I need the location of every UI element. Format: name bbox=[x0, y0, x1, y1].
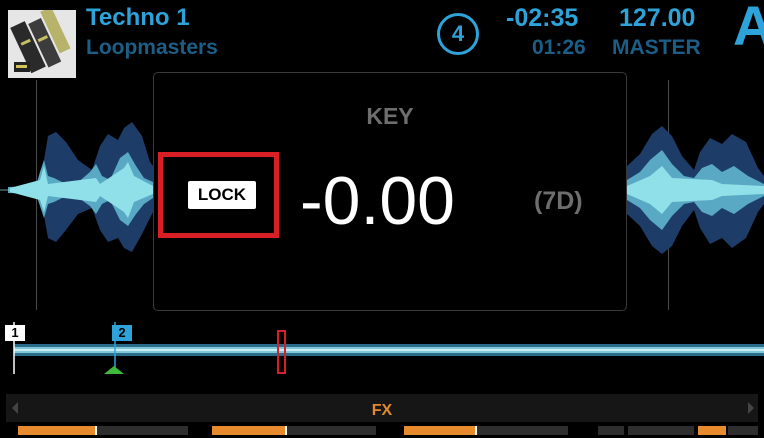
fx-bar[interactable]: FX bbox=[6, 394, 758, 422]
key-lock-button[interactable]: LOCK bbox=[188, 181, 256, 209]
deck-screen: Techno 1 Loopmasters 4 -02:35 127.00 01:… bbox=[0, 0, 764, 438]
cue-point-2-label: 2 bbox=[118, 325, 126, 340]
track-overview[interactable]: 1 2 bbox=[0, 322, 764, 378]
track-title: Techno 1 bbox=[86, 4, 190, 31]
fx-slot-meter bbox=[728, 426, 758, 435]
fx-slot-meter-fill bbox=[404, 426, 475, 435]
cue-point-2[interactable]: 2 bbox=[112, 325, 132, 341]
fx-slot-meter-tick bbox=[95, 426, 97, 435]
album-cover bbox=[8, 10, 76, 78]
fx-slot-meter bbox=[598, 426, 624, 435]
album-cover-art bbox=[8, 10, 76, 78]
fx-slot-meter-fill bbox=[212, 426, 285, 435]
fx-slot-meter-tick bbox=[475, 426, 477, 435]
key-heading: KEY bbox=[366, 103, 414, 129]
key-value: -0.00 bbox=[300, 163, 455, 239]
tempo-source: MASTER bbox=[612, 36, 701, 59]
cue-point-1[interactable]: 1 bbox=[5, 325, 25, 341]
key-notation: (7D) bbox=[534, 187, 583, 215]
fx-slot-meter bbox=[108, 426, 188, 435]
fx-slot-meter-fill bbox=[18, 426, 95, 435]
deck-letter: A bbox=[733, 0, 764, 57]
fx-label: FX bbox=[371, 402, 393, 419]
fx-slot-meter bbox=[488, 426, 568, 435]
fx-slot-meter-fill bbox=[698, 426, 726, 435]
track-artist: Loopmasters bbox=[86, 36, 218, 59]
loop-marker-icon bbox=[104, 366, 124, 374]
remaining-time: -02:35 bbox=[506, 4, 579, 32]
deck-number-badge: 4 bbox=[437, 13, 479, 55]
key-panel: KEY LOCK -0.00 (7D) bbox=[153, 72, 627, 311]
fx-slot-meter bbox=[628, 426, 694, 435]
cue-point-1-label: 1 bbox=[11, 325, 19, 340]
bpm-display: 127.00 bbox=[619, 4, 696, 32]
fx-slot-meter bbox=[296, 426, 376, 435]
elapsed-time: 01:26 bbox=[532, 36, 586, 59]
fx-slot-meter-tick bbox=[285, 426, 287, 435]
